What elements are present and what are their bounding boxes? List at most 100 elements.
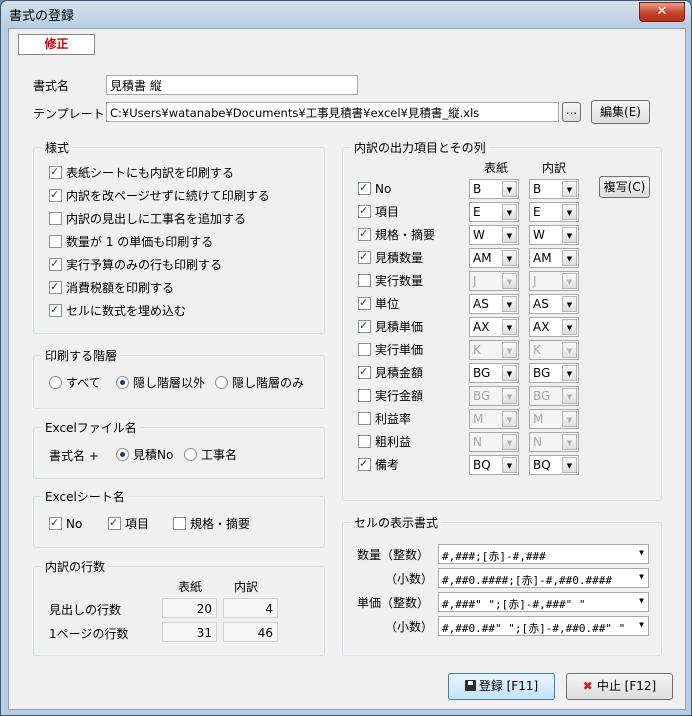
cover-column-select[interactable]: BG ▼ xyxy=(469,386,519,406)
output-item-checkbox[interactable]: 見積単価 xyxy=(358,318,423,335)
style-option-checkbox[interactable]: 表紙シートにも内訳を印刷する xyxy=(49,164,234,181)
close-button[interactable]: ✕ xyxy=(639,2,685,22)
save-disk-icon xyxy=(464,680,476,691)
copy-button[interactable]: 複写(C) xyxy=(599,176,650,198)
style-option-checkbox[interactable]: セルに数式を埋め込む xyxy=(49,302,186,319)
cover-column-select[interactable]: J ▼ xyxy=(469,271,519,291)
file-estimate-no-radio[interactable]: 見積No xyxy=(116,447,173,463)
output-item-checkbox[interactable]: 実行数量 xyxy=(358,273,423,289)
print-level-group-title: 印刷する階層 xyxy=(42,347,121,364)
output-item-checkbox[interactable]: 見積金額 xyxy=(358,364,423,381)
cancel-button[interactable]: ✖ 中止 [F12] xyxy=(566,673,673,700)
output-item-checkbox[interactable]: 利益率 xyxy=(358,411,411,427)
excel-file-group-title: Excelファイル名 xyxy=(42,419,140,436)
cover-column-select[interactable]: BG ▼ xyxy=(469,363,519,383)
level-hidden-only-radio[interactable]: 隠し階層のみ xyxy=(215,375,304,391)
level-all-radio[interactable]: すべて xyxy=(49,375,101,391)
cover-column-select[interactable]: B ▼ xyxy=(469,179,519,199)
output-item-checkbox[interactable]: 備考 xyxy=(358,456,399,473)
dropdown-arrow-icon: ▼ xyxy=(502,434,517,450)
dropdown-arrow-icon: ▼ xyxy=(639,620,644,629)
cell-format-label: 単価（整数） xyxy=(357,596,430,610)
sheet-spec-checkbox[interactable]: 規格・摘要 xyxy=(173,516,250,532)
output-item-checkbox[interactable]: 規格・摘要 xyxy=(358,226,435,243)
row-count-cover-header: 表紙 xyxy=(178,580,203,594)
cover-column-select[interactable]: AS ▼ xyxy=(469,294,519,314)
dropdown-arrow-icon: ▼ xyxy=(502,273,517,289)
cover-column-select[interactable]: AM ▼ xyxy=(469,248,519,268)
style-option-checkbox[interactable]: 数量が 1 の単価も印刷する xyxy=(49,234,213,250)
cover-column-select[interactable]: E ▼ xyxy=(469,202,519,222)
file-project-name-radio[interactable]: 工事名 xyxy=(184,447,237,463)
output-item-checkbox[interactable]: 実行金額 xyxy=(358,388,423,404)
style-group-title: 様式 xyxy=(42,139,73,156)
edit-template-button[interactable]: 編集(E) xyxy=(591,100,650,124)
page-rows-label: 1ページの行数 xyxy=(49,627,129,641)
detail-column-select[interactable]: BG ▼ xyxy=(529,386,579,406)
dropdown-arrow-icon: ▼ xyxy=(562,457,577,473)
output-cover-header: 表紙 xyxy=(484,161,509,175)
detail-column-select[interactable]: W ▼ xyxy=(529,225,579,245)
output-item-checkbox[interactable]: 項目 xyxy=(358,203,399,220)
style-option-checkbox[interactable]: 実行予算のみの行も印刷する xyxy=(49,256,222,273)
sheet-no-checkbox[interactable]: No xyxy=(49,515,82,532)
checkbox-indicator xyxy=(49,187,62,203)
cover-column-select[interactable]: N ▼ xyxy=(469,432,519,452)
register-button[interactable]: 登録 [F11] xyxy=(448,673,555,700)
output-item-checkbox[interactable]: 粗利益 xyxy=(358,434,411,450)
dropdown-arrow-icon: ▼ xyxy=(562,227,577,243)
page-rows-detail-input[interactable]: 46 xyxy=(223,622,278,642)
detail-column-select[interactable]: K ▼ xyxy=(529,340,579,360)
detail-column-select[interactable]: BG ▼ xyxy=(529,363,579,383)
cell-format-select[interactable]: #,##0.####;[赤]-#,##0.#### ▼ xyxy=(438,568,649,588)
checkbox-indicator xyxy=(49,164,62,180)
page-rows-cover-input[interactable]: 31 xyxy=(162,622,217,642)
level-except-hidden-radio[interactable]: 隠し階層以外 xyxy=(116,375,205,391)
output-item-checkbox[interactable]: No xyxy=(358,180,391,197)
detail-column-select[interactable]: AS ▼ xyxy=(529,294,579,314)
style-option-checkbox[interactable]: 内訳の見出しに工事名を追加する xyxy=(49,211,246,227)
cover-column-select[interactable]: BQ ▼ xyxy=(469,455,519,475)
dropdown-arrow-icon: ▼ xyxy=(502,365,517,381)
cover-column-select[interactable]: W ▼ xyxy=(469,225,519,245)
cancel-x-icon: ✖ xyxy=(582,679,593,693)
excel-sheet-group: Excelシート名 No 項目 規格・摘要 xyxy=(33,488,325,548)
detail-column-select[interactable]: BQ ▼ xyxy=(529,455,579,475)
detail-column-select[interactable]: M ▼ xyxy=(529,409,579,429)
detail-column-select[interactable]: N ▼ xyxy=(529,432,579,452)
excel-sheet-group-title: Excelシート名 xyxy=(42,488,128,505)
close-icon: ✕ xyxy=(656,4,668,19)
title-bar[interactable]: 書式の登録 ✕ xyxy=(1,1,691,27)
template-path-input[interactable]: C:¥Users¥watanabe¥Documents¥工事見積書¥excel¥… xyxy=(106,102,559,122)
cell-format-select[interactable]: #,###;[赤]-#,### ▼ xyxy=(438,544,649,564)
detail-column-select[interactable]: E ▼ xyxy=(529,202,579,222)
dropdown-arrow-icon: ▼ xyxy=(639,548,644,557)
header-rows-detail-input[interactable]: 4 xyxy=(223,598,278,618)
detail-column-select[interactable]: B ▼ xyxy=(529,179,579,199)
cell-format-select[interactable]: #,##0.##" ";[赤]-#,##0.##" " ▼ xyxy=(438,616,649,636)
output-item-checkbox[interactable]: 単位 xyxy=(358,295,399,312)
checkbox-indicator xyxy=(358,203,371,219)
cover-column-select[interactable]: M ▼ xyxy=(469,409,519,429)
detail-column-select[interactable]: J ▼ xyxy=(529,271,579,291)
dropdown-arrow-icon: ▼ xyxy=(562,365,577,381)
style-option-checkbox[interactable]: 内訳を改ページせずに続けて印刷する xyxy=(49,187,270,204)
detail-column-select[interactable]: AM ▼ xyxy=(529,248,579,268)
output-item-checkbox[interactable]: 実行単価 xyxy=(358,342,423,358)
browse-button[interactable]: ... xyxy=(562,102,581,122)
header-rows-cover-input[interactable]: 20 xyxy=(162,598,217,618)
cover-column-select[interactable]: AX ▼ xyxy=(469,317,519,337)
cell-format-select[interactable]: #,###" ";[赤]-#,###" " ▼ xyxy=(438,592,649,612)
format-name-input[interactable]: 見積書 縦 xyxy=(106,75,358,95)
output-columns-group-title: 内訳の出力項目とその列 xyxy=(351,139,489,156)
radio-indicator xyxy=(49,376,62,389)
print-level-group: 印刷する階層 すべて 隠し階層以外 隠し階層のみ xyxy=(33,347,325,409)
cover-column-select[interactable]: K ▼ xyxy=(469,340,519,360)
output-item-checkbox[interactable]: 見積数量 xyxy=(358,249,423,266)
detail-column-select[interactable]: AX ▼ xyxy=(529,317,579,337)
style-option-checkbox[interactable]: 消費税額を印刷する xyxy=(49,279,174,296)
checkbox-indicator xyxy=(49,256,62,272)
sheet-item-checkbox[interactable]: 項目 xyxy=(108,515,149,532)
cell-format-label: （小数） xyxy=(385,620,434,634)
dropdown-arrow-icon: ▼ xyxy=(502,250,517,266)
